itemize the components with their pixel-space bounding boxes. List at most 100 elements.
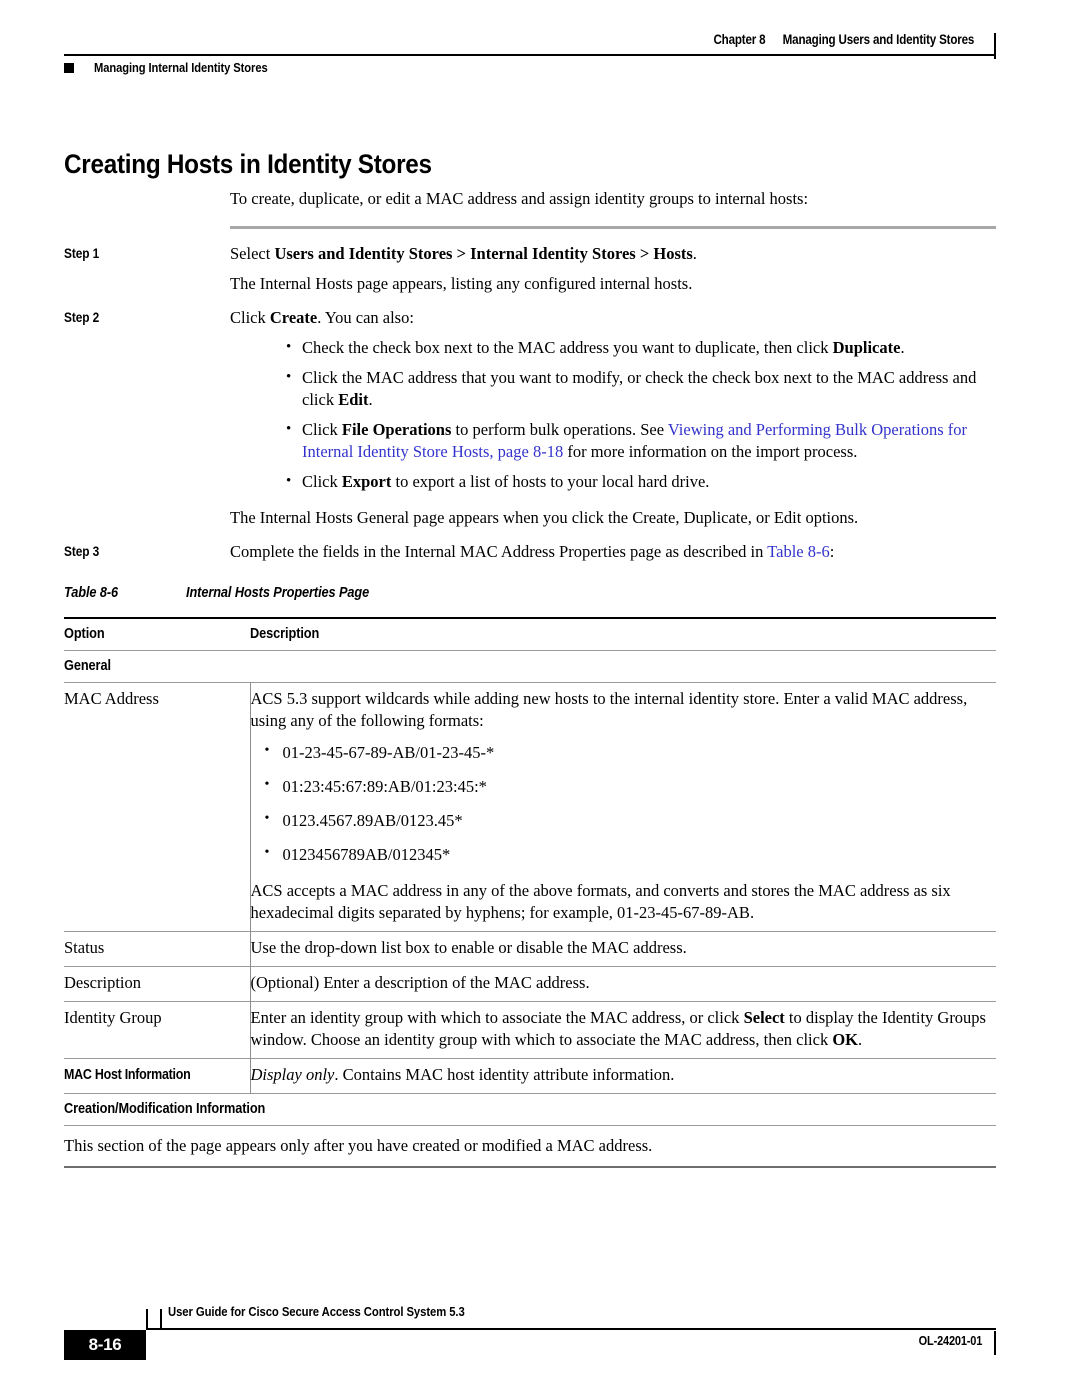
table-body: General MAC Address ACS 5.3 support wildca… (64, 650, 997, 1169)
footer-tick-left-second (160, 1309, 162, 1329)
table-row: Identity Group Enter an identity group wi… (64, 1001, 996, 1059)
table-cell-description: ACS 5.3 support wildcards while adding n… (250, 682, 997, 932)
header-chapter-line: Chapter 8 Managing Users and Identity Sto… (713, 32, 974, 47)
table-cell-option: MAC Host Information (64, 1058, 251, 1094)
text-run: to export a list of hosts to your local … (391, 472, 710, 491)
text-run: for more information on the import proce… (563, 442, 858, 461)
square-bullet-icon (64, 62, 74, 73)
table-cell-option: Identity Group (64, 1001, 251, 1059)
table-caption-title: Internal Hosts Properties Page (186, 585, 370, 601)
step-2-text: Click Create. You can also: (230, 308, 414, 327)
table-note-text: This section of the page appears only af… (64, 1125, 996, 1167)
table-cell-option: MAC Address (64, 682, 251, 932)
column-header-option-label: Option (64, 626, 105, 642)
bold-run: File Operations (341, 420, 452, 439)
bold-run: Create (269, 308, 318, 327)
footer-page-number: 8-16 (64, 1330, 146, 1360)
bold-run: Users and Identity Stores > Internal Ide… (274, 244, 693, 263)
text-run: Enter an identity group with which to as… (250, 1008, 744, 1027)
step-3-text: Complete the fields in the Internal MAC … (230, 542, 834, 561)
step-1-label: Step 1 (64, 246, 100, 261)
table-note-row: This section of the page appears only af… (64, 1125, 996, 1167)
text-run: : (829, 542, 835, 561)
table-section-label-text: Creation/Modification Information (64, 1101, 266, 1117)
step-2-label: Step 2 (64, 310, 100, 325)
table-cell-description: Display only. Contains MAC host identity… (250, 1058, 996, 1094)
text-run: Check the check box next to the MAC addr… (302, 338, 833, 357)
bold-run: OK (832, 1030, 858, 1049)
text-run: Click (302, 472, 342, 491)
text-run: . (368, 390, 373, 409)
step-2-bullet-list: Check the check box next to the MAC addr… (230, 336, 996, 493)
table-row: Status Use the drop-down list box to enab… (64, 931, 996, 967)
table-cell-option-text: MAC Host Information (64, 1067, 191, 1083)
table-cell-option: Description (64, 966, 251, 1002)
table-bottom-rule-cell (64, 1166, 996, 1169)
bold-run: Export (341, 472, 392, 491)
header-chapter-number: Chapter 8 (713, 32, 766, 47)
text-run: . (900, 338, 905, 357)
intro-paragraph: To create, duplicate, or edit a MAC addr… (230, 189, 809, 208)
table-section-row: General (64, 650, 996, 683)
description-paragraph-tail: ACS accepts a MAC address in any of the … (250, 881, 951, 922)
mac-format-item: 01:23:45:67:89:AB/01:23:45:* (251, 774, 997, 798)
italic-run: Display only (250, 1065, 335, 1084)
bullet-item: Click the MAC address that you want to m… (230, 366, 996, 411)
table-bottom-rule (64, 1166, 996, 1169)
description-paragraph: Use the drop-down list box to enable or … (250, 938, 687, 957)
footer-guide-title: User Guide for Cisco Secure Access Contr… (168, 1304, 465, 1319)
step-1-followup: The Internal Hosts page appears, listing… (230, 274, 693, 293)
page-title: Creating Hosts in Identity Stores (64, 149, 432, 180)
text-run: Complete the fields in the Internal MAC … (230, 542, 768, 561)
bullet-item: Check the check box next to the MAC addr… (230, 336, 996, 359)
table-section-label: General (64, 650, 996, 683)
step-3-label: Step 3 (64, 544, 100, 559)
mac-format-item: 0123.4567.89AB/0123.45* (251, 808, 997, 832)
bold-run: Edit (338, 390, 369, 409)
table-section-label: Creation/Modification Information (64, 1093, 996, 1126)
step-2-body: Click Create. You can also: (230, 307, 996, 329)
step-2: Step 2 Click Create. You can also: (64, 307, 996, 329)
header-chapter-title: Managing Users and Identity Stores (782, 32, 974, 47)
footer-tick-left (146, 1309, 148, 1329)
text-run: . Contains MAC host identity attribute i… (334, 1065, 675, 1084)
bold-run: Duplicate (832, 338, 901, 357)
footer-rule (146, 1328, 996, 1330)
table-cell-description: (Optional) Enter a description of the MA… (250, 966, 996, 1002)
bullet-item: Click Export to export a list of hosts t… (230, 470, 996, 493)
cross-reference-link[interactable]: Table 8-6 (767, 542, 830, 561)
text-run: Click (230, 308, 270, 327)
header-section: Managing Internal Identity Stores (64, 60, 296, 75)
step-1-body: Select Users and Identity Stores > Inter… (230, 243, 996, 265)
table-row: Description (Optional) Enter a descriptio… (64, 966, 996, 1002)
header-section-label: Managing Internal Identity Stores (94, 60, 268, 75)
table-section-label-text: General (64, 658, 111, 674)
table-cell-description: Use the drop-down list box to enable or … (250, 931, 996, 967)
text-run: Click (302, 420, 342, 439)
step-3-body: Complete the fields in the Internal MAC … (230, 541, 996, 563)
text-run: . You can also: (317, 308, 414, 327)
table-section-row: Creation/Modification Information (64, 1093, 996, 1126)
step-2-followup: The Internal Hosts General page appears … (230, 508, 859, 527)
column-header-option: Option (64, 617, 250, 651)
description-paragraph: (Optional) Enter a description of the MA… (250, 973, 590, 992)
bullet-item: Click File Operations to perform bulk op… (230, 418, 996, 463)
page-header: Chapter 8 Managing Users and Identity Sto… (64, 32, 996, 92)
steps-divider (230, 226, 996, 229)
footer-doc-id: OL-24201-01 (918, 1334, 983, 1348)
text-run: to perform bulk operations. See (451, 420, 668, 439)
table-row: MAC Host Information Display only. Contai… (64, 1058, 996, 1094)
step-3: Step 3 Complete the fields in the Intern… (64, 541, 996, 563)
footer-edge-tick (994, 1331, 996, 1355)
column-header-description: Description (250, 617, 996, 651)
table-header-row: Option Description (64, 617, 996, 651)
text-run: Select (230, 244, 275, 263)
mac-format-item: 0123456789AB/012345* (251, 842, 997, 866)
description-paragraph: ACS 5.3 support wildcards while adding n… (250, 689, 968, 730)
column-header-description-label: Description (250, 626, 320, 642)
header-rule (64, 54, 996, 56)
document-page: Chapter 8 Managing Users and Identity Sto… (0, 0, 1080, 1397)
table-cell-description: Enter an identity group with which to as… (250, 1001, 996, 1059)
bold-run: Select (743, 1008, 785, 1027)
page-footer: User Guide for Cisco Secure Access Contr… (64, 1304, 996, 1374)
